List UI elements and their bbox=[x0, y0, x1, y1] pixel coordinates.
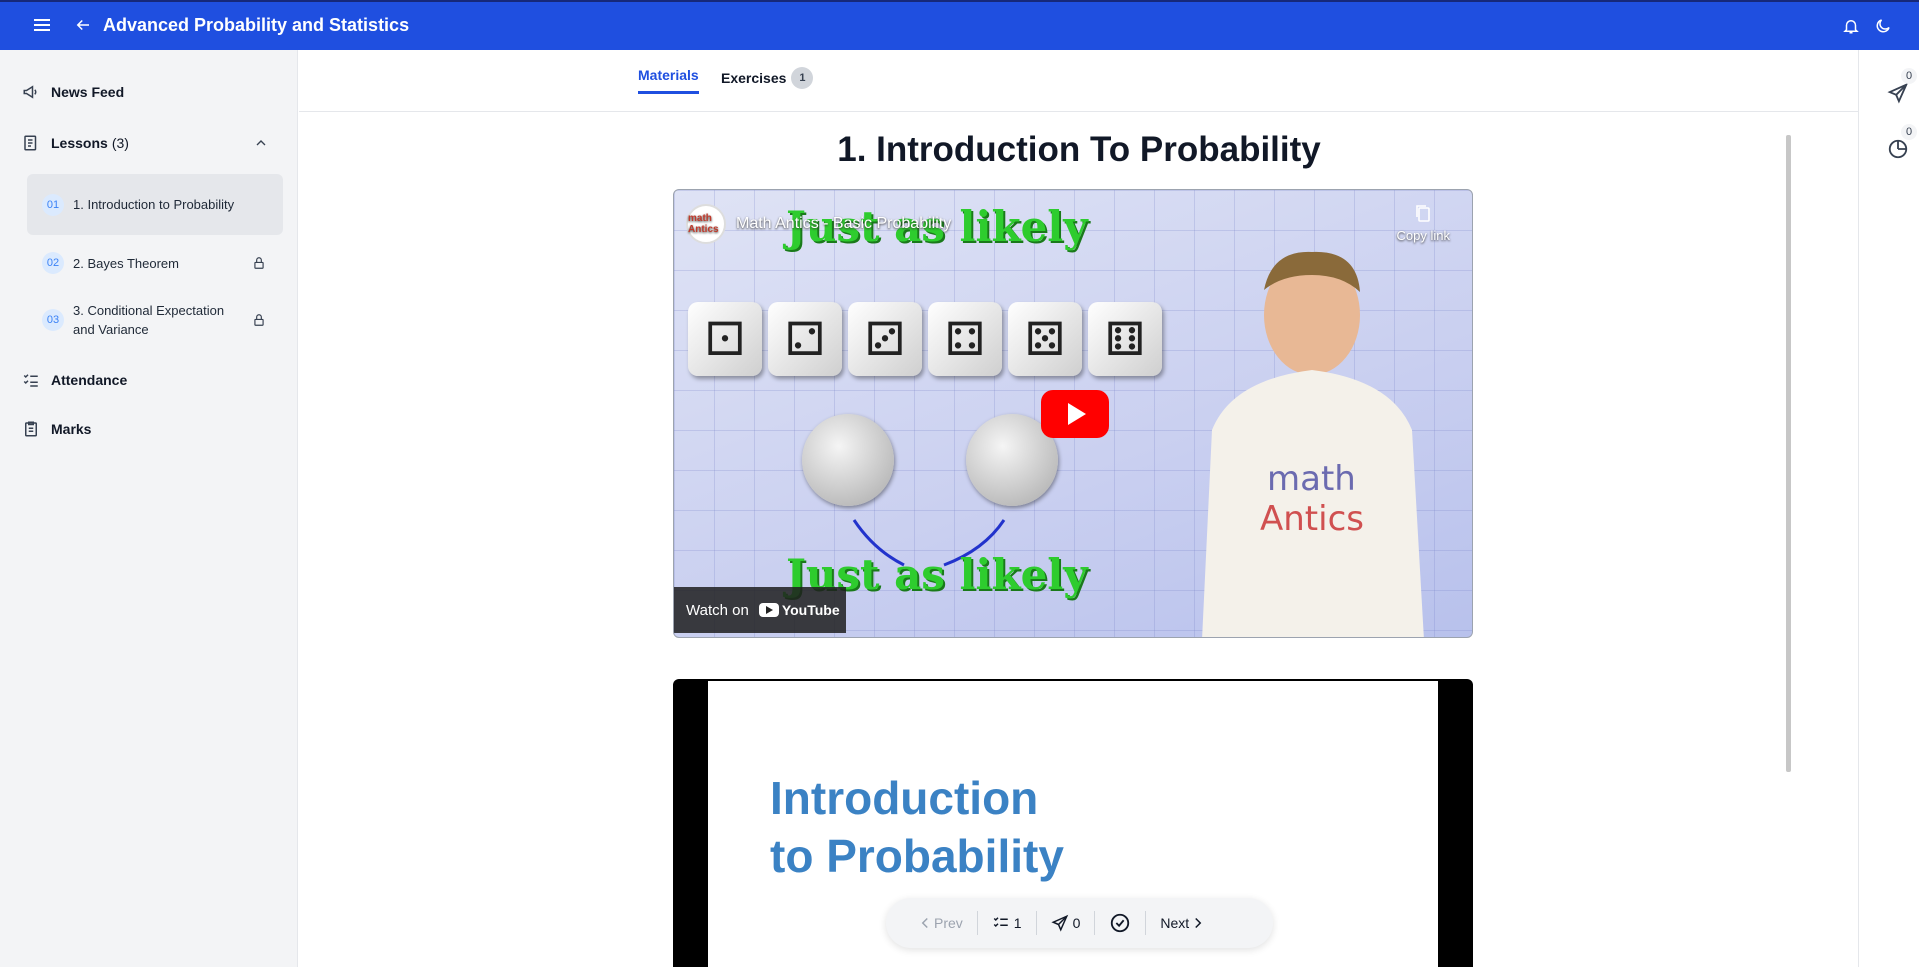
prev-button[interactable]: Prev bbox=[886, 907, 977, 939]
lessons-count: (3) bbox=[111, 135, 129, 151]
sidebar-item-news-feed[interactable]: News Feed bbox=[22, 83, 124, 101]
die-1-icon: ⚀ bbox=[688, 302, 762, 376]
lock-icon bbox=[254, 314, 264, 326]
die-2-icon: ⚁ bbox=[768, 302, 842, 376]
chevron-right-icon bbox=[1195, 917, 1202, 929]
video-player[interactable]: Just as likely ⚀ ⚁ ⚂ ⚃ ⚄ ⚅ Just as likel… bbox=[673, 189, 1473, 638]
video-title[interactable]: Math Antics - Basic Probability bbox=[736, 215, 951, 233]
youtube-label: YouTube bbox=[781, 602, 840, 618]
prev-label: Prev bbox=[934, 915, 963, 931]
mark-complete-button[interactable] bbox=[1095, 907, 1145, 939]
die-5-icon: ⚄ bbox=[1008, 302, 1082, 376]
lesson-number: 01 bbox=[42, 193, 64, 216]
bell-icon[interactable] bbox=[1842, 17, 1860, 35]
youtube-icon bbox=[758, 603, 779, 617]
top-app-bar: Advanced Probability and Statistics bbox=[0, 0, 1919, 50]
watch-on-youtube-button[interactable]: Watch on YouTube bbox=[674, 587, 846, 633]
svg-text:Antics: Antics bbox=[1260, 499, 1364, 539]
sidebar-item-label: News Feed bbox=[51, 84, 125, 100]
presenter-image: math Antics bbox=[1202, 251, 1424, 637]
youtube-logo: YouTube bbox=[758, 602, 840, 618]
die-3-icon: ⚂ bbox=[848, 302, 922, 376]
play-button[interactable] bbox=[1041, 390, 1109, 438]
content-tabs: Materials Exercises 1 bbox=[299, 50, 1859, 112]
lesson-title: 1. Introduction to Probability bbox=[73, 197, 235, 212]
tab-materials[interactable]: Materials bbox=[638, 67, 699, 94]
send-count-badge: 0 bbox=[1901, 68, 1917, 84]
course-title: Advanced Probability and Statistics bbox=[103, 15, 410, 35]
clock-count-badge: 0 bbox=[1901, 124, 1917, 140]
die-6-icon: ⚅ bbox=[1088, 302, 1162, 376]
send-count: 0 bbox=[1072, 915, 1081, 931]
lesson-pager: Prev 1 0 Next bbox=[886, 898, 1273, 948]
checklist-icon bbox=[23, 374, 38, 387]
tab-exercises[interactable]: Exercises 1 bbox=[721, 67, 814, 89]
next-label: Next bbox=[1160, 915, 1190, 931]
lessons-list-icon bbox=[24, 135, 37, 151]
lesson-title-heading: 1. Introduction To Probability bbox=[837, 130, 1321, 169]
moon-icon[interactable] bbox=[1874, 17, 1892, 35]
coin-heads-icon bbox=[802, 414, 894, 506]
svg-text:math: math bbox=[1267, 459, 1356, 499]
copy-link-button[interactable]: Copy link bbox=[1397, 204, 1450, 243]
sidebar: News Feed Lessons (3) 01 1. Introduction… bbox=[0, 50, 298, 967]
exercises-pager-button[interactable]: 1 bbox=[978, 907, 1036, 939]
sidebar-item-label: Attendance bbox=[51, 372, 128, 388]
checklist-icon bbox=[993, 917, 1008, 928]
sidebar-item-marks[interactable]: Marks bbox=[22, 420, 91, 438]
lesson-title: 2. Bayes Theorem bbox=[73, 255, 179, 271]
send-pager-button[interactable]: 0 bbox=[1037, 907, 1095, 939]
sidebar-item-lessons[interactable]: Lessons (3) bbox=[22, 134, 129, 152]
sidebar-item-label: Lessons bbox=[51, 135, 108, 151]
lesson-item-3[interactable]: 03 3. Conditional Expectation and Varian… bbox=[27, 292, 283, 348]
megaphone-icon bbox=[23, 85, 37, 99]
lesson-title: 3. Conditional Expectation and Variance bbox=[73, 303, 225, 337]
content-scrollbar[interactable] bbox=[1786, 135, 1791, 772]
check-circle-icon bbox=[1111, 913, 1130, 933]
copy-icon bbox=[1416, 205, 1431, 222]
arrow-left-icon[interactable] bbox=[74, 16, 92, 34]
exercises-count: 1 bbox=[1013, 915, 1022, 931]
sidebar-item-label: Marks bbox=[51, 421, 92, 437]
lesson-item-1[interactable]: 01 1. Introduction to Probability bbox=[27, 174, 283, 235]
slide-title: Introduction to Probability bbox=[770, 769, 1064, 885]
die-4-icon: ⚃ bbox=[928, 302, 1002, 376]
channel-avatar[interactable]: math Antics bbox=[686, 204, 726, 244]
send-icon[interactable] bbox=[1887, 82, 1909, 104]
lock-icon bbox=[254, 257, 264, 269]
exercises-count-badge: 1 bbox=[791, 67, 814, 89]
lesson-item-2[interactable]: 02 2. Bayes Theorem bbox=[27, 238, 283, 288]
lesson-number: 03 bbox=[42, 309, 64, 331]
chevron-up-icon[interactable] bbox=[253, 135, 269, 151]
sidebar-item-attendance[interactable]: Attendance bbox=[22, 371, 127, 389]
slide-title-line1: Introduction bbox=[770, 772, 1039, 824]
clipboard-icon bbox=[25, 421, 37, 437]
video-header: math Antics Math Antics - Basic Probabil… bbox=[686, 204, 951, 244]
right-rail: 0 0 bbox=[1858, 50, 1919, 967]
chevron-left-icon bbox=[921, 917, 928, 929]
hamburger-menu-icon[interactable] bbox=[34, 19, 50, 33]
dice-row: ⚀ ⚁ ⚂ ⚃ ⚄ ⚅ bbox=[688, 302, 1168, 376]
clock-icon[interactable] bbox=[1887, 138, 1909, 160]
slide-title-line2: to Probability bbox=[770, 830, 1064, 882]
lesson-number: 02 bbox=[42, 252, 64, 274]
copy-link-label: Copy link bbox=[1396, 228, 1450, 243]
tab-label: Exercises bbox=[721, 70, 787, 86]
next-button[interactable]: Next bbox=[1146, 907, 1221, 939]
watch-on-label: Watch on bbox=[686, 601, 749, 619]
send-icon bbox=[1050, 914, 1068, 932]
